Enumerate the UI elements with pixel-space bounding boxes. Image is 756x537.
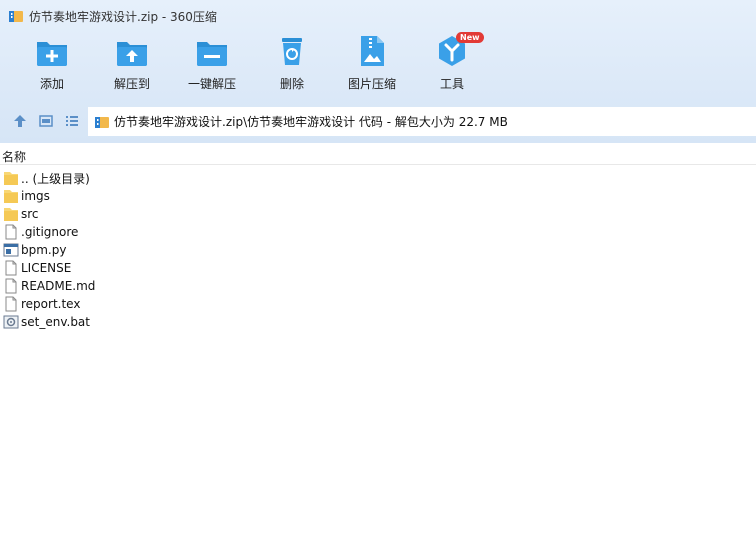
image-compress-label: 图片压缩 bbox=[347, 77, 396, 91]
file-icon bbox=[5, 224, 17, 240]
one-click-extract-label: 一键解压 bbox=[187, 77, 236, 91]
list-item[interactable]: .gitignore bbox=[0, 223, 756, 241]
extract-folder-icon bbox=[117, 42, 147, 66]
list-item[interactable]: .. (上级目录) bbox=[0, 169, 756, 187]
add-folder-icon bbox=[37, 42, 67, 66]
zip-archive-icon bbox=[95, 116, 109, 128]
delete-button[interactable]: 删除 bbox=[252, 34, 332, 92]
extract-to-button[interactable]: 解压到 bbox=[92, 34, 172, 92]
column-header-name[interactable]: 名称 bbox=[0, 146, 756, 165]
toolbar: 添加 解压到 一键解压 删除 图片压缩 New 工具 bbox=[0, 32, 756, 100]
thumbnail-view-icon bbox=[39, 115, 53, 127]
recycle-bin-icon bbox=[282, 38, 302, 65]
file-list: .. (上级目录) imgs src .gitignore bpm.py LIC… bbox=[0, 169, 756, 331]
image-compress-button[interactable]: 图片压缩 bbox=[332, 34, 412, 92]
add-label: 添加 bbox=[39, 77, 64, 91]
batch-file-icon bbox=[3, 315, 19, 329]
folder-icon bbox=[4, 208, 18, 221]
list-view-button[interactable] bbox=[62, 111, 82, 131]
arrow-up-icon bbox=[14, 115, 26, 127]
list-view-icon bbox=[66, 116, 78, 126]
extract-to-label: 解压到 bbox=[113, 77, 150, 91]
list-item[interactable]: README.md bbox=[0, 277, 756, 295]
list-item[interactable]: src bbox=[0, 205, 756, 223]
list-item[interactable]: report.tex bbox=[0, 295, 756, 313]
file-icon bbox=[5, 296, 17, 312]
image-file-icon bbox=[361, 36, 384, 66]
title-bar: 仿节奏地牢游戏设计.zip - 360压缩 bbox=[0, 0, 756, 32]
app-zip-icon bbox=[9, 9, 23, 23]
new-badge: New bbox=[456, 32, 484, 43]
one-click-extract-button[interactable]: 一键解压 bbox=[172, 34, 252, 92]
add-button[interactable]: 添加 bbox=[12, 34, 92, 92]
file-icon bbox=[5, 260, 17, 276]
thumbnail-view-button[interactable] bbox=[36, 111, 56, 131]
address-bar[interactable]: 仿节奏地牢游戏设计.zip\仿节奏地牢游戏设计 代码 - 解包大小为 22.7 … bbox=[88, 107, 756, 136]
tools-label: 工具 bbox=[439, 77, 464, 91]
python-file-icon bbox=[3, 243, 19, 257]
address-path: 仿节奏地牢游戏设计.zip\仿节奏地牢游戏设计 代码 - 解包大小为 22.7 … bbox=[114, 115, 508, 129]
window-title: 仿节奏地牢游戏设计.zip - 360压缩 bbox=[29, 9, 217, 24]
address-row: 仿节奏地牢游戏设计.zip\仿节奏地牢游戏设计 代码 - 解包大小为 22.7 … bbox=[0, 106, 756, 136]
list-item[interactable]: LICENSE bbox=[0, 259, 756, 277]
folder-icon bbox=[4, 190, 18, 203]
list-item[interactable]: bpm.py bbox=[0, 241, 756, 259]
one-click-extract-icon bbox=[197, 42, 227, 66]
file-icon bbox=[5, 278, 17, 294]
list-item[interactable]: set_env.bat bbox=[0, 313, 756, 331]
tools-button[interactable]: New 工具 bbox=[412, 32, 492, 92]
up-level-button[interactable] bbox=[10, 111, 30, 131]
folder-icon bbox=[4, 172, 18, 185]
list-item[interactable]: imgs bbox=[0, 187, 756, 205]
column-header-name-label: 名称 bbox=[2, 150, 27, 164]
delete-label: 删除 bbox=[279, 77, 304, 91]
top-chrome: 仿节奏地牢游戏设计.zip - 360压缩 添加 解压到 一键解压 删除 图片压… bbox=[0, 0, 756, 143]
